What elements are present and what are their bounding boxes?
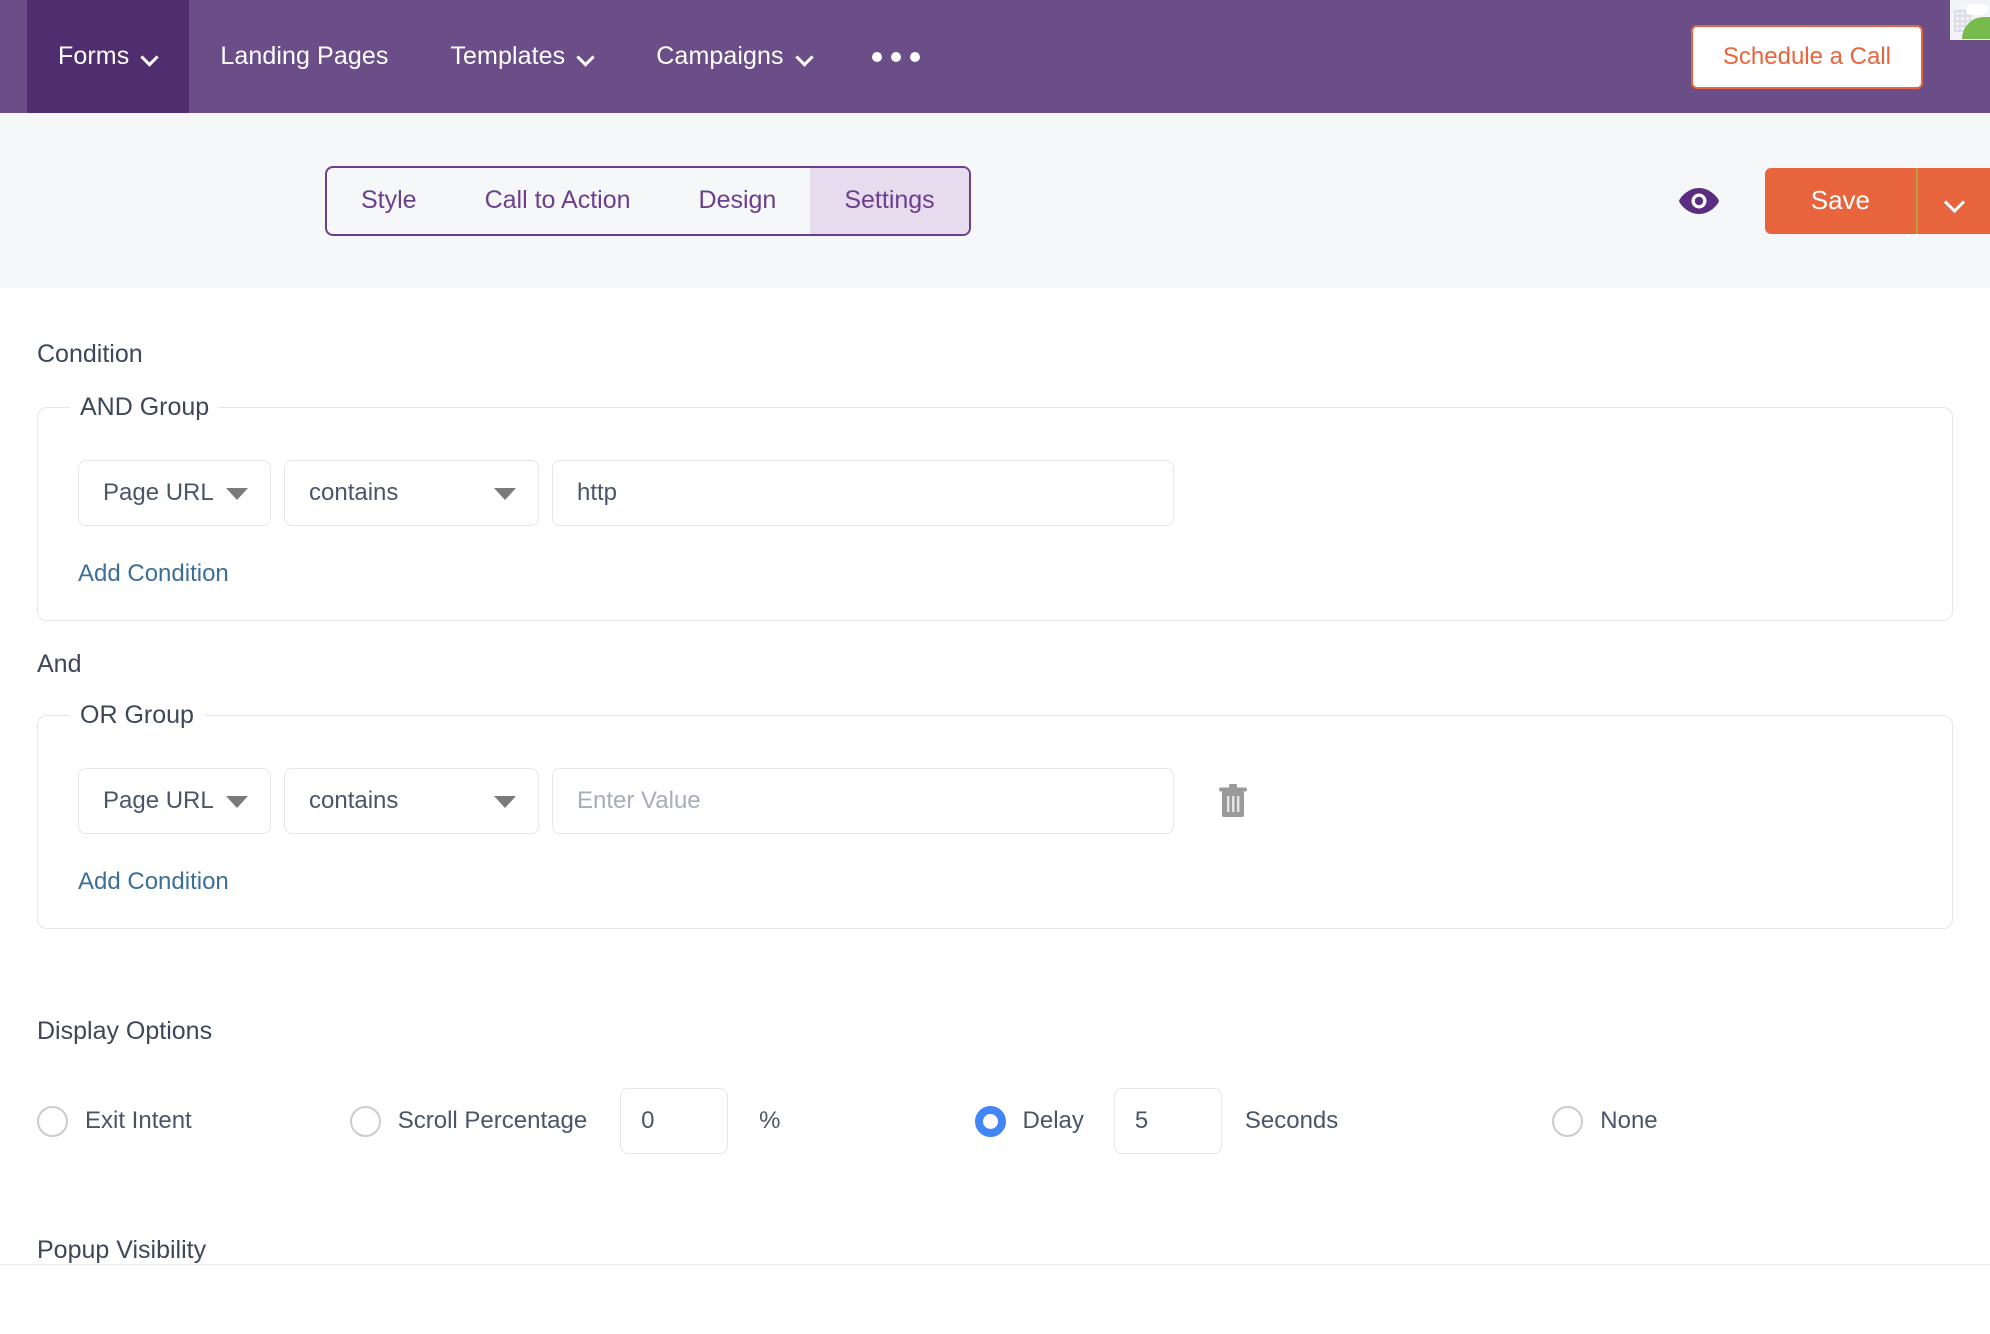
condition-row: Page URL contains [38,746,1952,834]
save-dropdown-button[interactable] [1918,168,1990,234]
divider [0,1264,1990,1265]
delay-seconds-input[interactable] [1113,1088,1222,1154]
display-options-title: Display Options [37,1017,213,1045]
chevron-down-icon [578,51,594,67]
radio-button[interactable] [974,1105,1006,1137]
radio-label: Delay [1022,1107,1084,1134]
ellipsis-horizontal-icon[interactable] [844,0,948,113]
radio-label: None [1600,1107,1658,1134]
tab-label: Call to Action [484,186,631,214]
chevron-down-icon [494,796,516,808]
eye-icon[interactable] [1677,179,1721,223]
nav-item-label: Landing Pages [220,42,389,70]
popup-visibility-title: Popup Visibility [37,1236,207,1264]
delete-condition-button[interactable] [1207,775,1259,827]
cloud-shape [1966,4,1988,15]
editor-tabs: Style Call to Action Design Settings [325,165,971,236]
radio-option-delay[interactable]: Delay [974,1105,1084,1137]
radio-option-none[interactable]: None [1552,1105,1658,1137]
dot [909,51,920,62]
top-navigation-bar: Forms Landing Pages Templates Campaigns … [0,0,1990,113]
chevron-down-icon [226,488,248,500]
tab-call-to-action[interactable]: Call to Action [451,168,665,234]
nav-item-landing-pages[interactable]: Landing Pages [189,0,419,113]
radio-button[interactable] [37,1105,68,1137]
dot [890,51,901,62]
nav-item-label: Templates [450,42,566,70]
tab-label: Design [698,186,777,214]
radio-label: Scroll Percentage [397,1107,588,1134]
condition-field-select[interactable]: Page URL [78,460,271,526]
add-condition-link[interactable]: Add Condition [38,526,269,588]
group-conjunction-label: And [37,650,82,678]
display-options-row: Exit Intent Scroll Percentage % Delay Se… [37,1046,1953,1154]
nav-item-label: Campaigns [656,42,784,70]
condition-field-value: Page URL [103,479,214,506]
and-group-fieldset: AND Group Page URL contains Add Conditio… [37,393,1953,621]
condition-operator-value: contains [309,479,399,506]
condition-value-input[interactable] [552,460,1174,526]
editor-toolbar: Style Call to Action Design Settings Sav… [0,113,1990,288]
condition-operator-select[interactable]: contains [284,460,539,526]
tab-label: Style [361,186,417,214]
tab-design[interactable]: Design [665,168,811,234]
settings-panel: Condition AND Group Page URL contains Ad… [0,288,1990,1265]
schedule-a-call-button[interactable]: Schedule a Call [1690,24,1923,89]
tab-style[interactable]: Style [327,168,451,234]
radio-button[interactable] [1552,1105,1584,1137]
scroll-percentage-unit: % [759,1107,781,1134]
radio-label: Exit Intent [85,1107,192,1134]
chevron-down-icon [797,51,813,67]
condition-section-title: Condition [37,340,143,368]
condition-value-input[interactable] [552,768,1174,834]
dot [871,51,882,62]
tab-settings[interactable]: Settings [810,167,969,234]
save-button-group: Save [1764,167,1990,234]
and-group-legend: AND Group [80,393,210,421]
condition-operator-value: contains [309,787,399,814]
broken-image-thumbnail-icon [1950,0,1990,40]
chevron-down-icon [494,488,516,500]
save-button[interactable]: Save [1765,168,1916,234]
nav-item-label: Forms [58,42,130,70]
condition-row: Page URL contains [38,438,1952,526]
nav-items: Forms Landing Pages Templates Campaigns [0,0,948,113]
add-condition-link[interactable]: Add Condition [38,834,269,896]
radio-option-scroll-percentage[interactable]: Scroll Percentage [349,1105,588,1137]
toolbar-actions: Save [1677,167,1990,234]
or-group-legend: OR Group [80,701,194,729]
radio-button[interactable] [349,1105,381,1137]
chevron-down-icon [1946,195,1962,211]
delay-unit-label: Seconds [1244,1107,1339,1134]
chevron-down-icon [142,51,158,67]
nav-right: Schedule a Call [1690,0,1990,113]
condition-operator-select[interactable]: contains [284,768,539,834]
radio-option-exit-intent[interactable]: Exit Intent [37,1105,192,1137]
nav-item-forms[interactable]: Forms [27,0,190,113]
condition-field-select[interactable]: Page URL [78,768,271,834]
nav-item-campaigns[interactable]: Campaigns [625,0,843,113]
condition-field-value: Page URL [103,787,214,814]
or-group-fieldset: OR Group Page URL contains Enter Value A… [37,701,1953,929]
chevron-down-icon [226,796,248,808]
scroll-percentage-input[interactable] [620,1088,729,1154]
tab-label: Settings [844,186,935,214]
nav-item-templates[interactable]: Templates [419,0,625,113]
